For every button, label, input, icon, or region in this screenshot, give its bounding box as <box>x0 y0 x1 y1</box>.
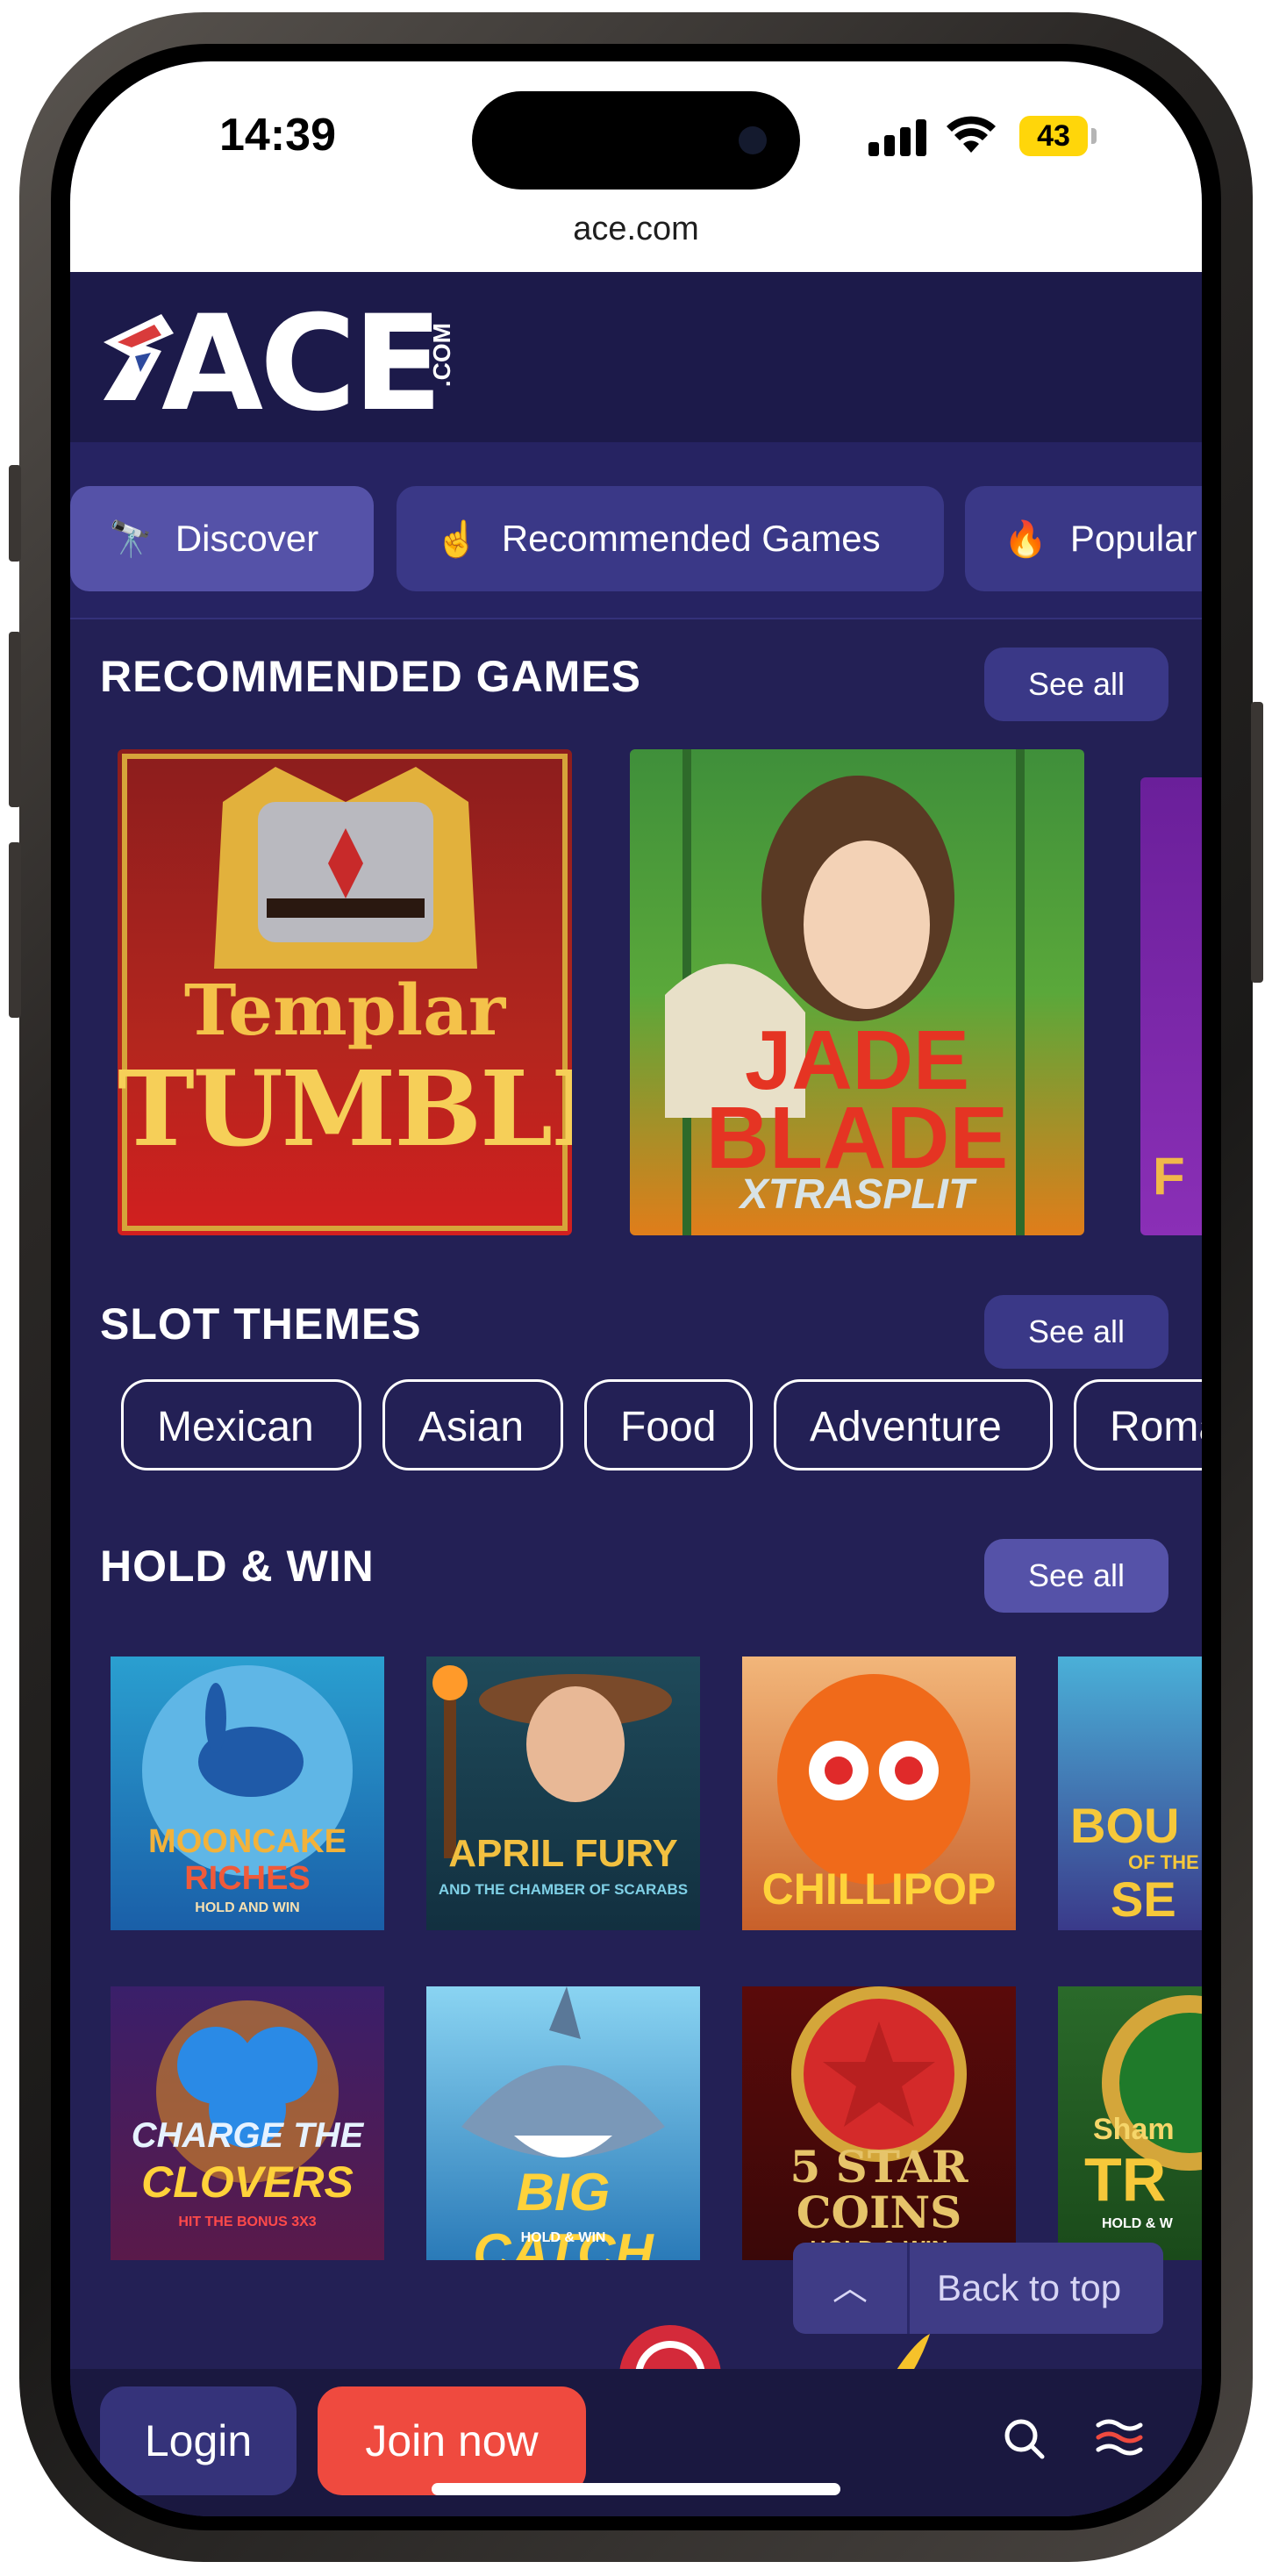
game-subtitle: HIT THE BONUS 3X3 <box>178 2215 317 2229</box>
game-title: APRIL FURY <box>448 1832 678 1875</box>
game-tile-partial[interactable]: F <box>1140 777 1202 1235</box>
game-subtitle: AND THE CHAMBER OF SCARABS <box>438 1881 689 1898</box>
game-tile-jade-blade[interactable]: JADE BLADE XTRASPLIT <box>630 749 1084 1235</box>
theme-chip-mexican[interactable]: Mexican <box>121 1379 361 1470</box>
game-title: 5 STAR <box>790 2141 968 2193</box>
game-title: F <box>1153 1147 1185 1206</box>
game-tile-big-catch[interactable]: BIG CATCH HOLD & WIN <box>426 1986 700 2260</box>
flame-icon: 🔥 <box>1004 519 1047 559</box>
back-to-top-label: Back to top <box>937 2267 1122 2308</box>
wifi-icon <box>947 116 996 153</box>
tab-label: Discover <box>175 518 319 559</box>
game-tile-5-star-coins[interactable]: 5 STAR COINS HOLD & WIN <box>742 1986 1016 2260</box>
battery-icon: 43 <box>1019 116 1088 156</box>
theme-chip-adventure[interactable]: Adventure <box>774 1379 1053 1470</box>
see-all-recommended-button[interactable]: See all <box>984 648 1168 721</box>
search-icon[interactable] <box>998 2413 1051 2465</box>
game-title: MOONCAKE <box>148 1823 347 1860</box>
power-button <box>1251 702 1263 983</box>
tab-popular[interactable]: 🔥 Popular <box>965 486 1202 591</box>
section-title-recommended: RECOMMENDED GAMES <box>100 652 642 701</box>
tab-discover[interactable]: 🔭 Discover <box>70 486 374 591</box>
volume-up-button <box>9 632 21 807</box>
join-now-button[interactable]: Join now <box>318 2386 586 2495</box>
divider <box>70 618 1202 619</box>
dynamic-island <box>472 91 800 190</box>
game-tile-bounty-of-the-seas[interactable]: BOU OF THE SE <box>1058 1657 1202 1930</box>
theme-chip-food[interactable]: Food <box>584 1379 753 1470</box>
game-tile-april-fury[interactable]: APRIL FURY AND THE CHAMBER OF SCARABS <box>426 1657 700 1930</box>
home-indicator <box>432 2483 840 2495</box>
game-title: CHARGE THE <box>131 2116 364 2155</box>
status-bar: 14:39 43 ace.com <box>70 61 1202 272</box>
volume-down-button <box>9 842 21 1018</box>
game-title: CHILLIPOP <box>761 1864 997 1914</box>
battery-cap <box>1091 128 1097 144</box>
game-subtitle: XTRASPLIT <box>740 1171 975 1218</box>
chevron-up-icon: ︿ <box>793 2243 910 2334</box>
tab-label: Recommended Games <box>501 518 881 559</box>
site-header: ACE .COM <box>70 272 1202 442</box>
game-title: RICHES <box>184 1860 311 1897</box>
ace-logo[interactable]: ACE .COM <box>100 288 455 440</box>
logo-suffix: .COM <box>428 323 455 388</box>
theme-chip-roma[interactable]: Roma <box>1074 1379 1202 1470</box>
tab-label: Popular <box>1069 518 1197 559</box>
screen: 14:39 43 ace.com ACE .COM 🔭 Discover ☝ R… <box>70 61 1202 2516</box>
see-all-hold-win-button[interactable]: See all <box>984 1539 1168 1613</box>
game-tile-mooncake-riches[interactable]: MOONCAKE RICHES HOLD AND WIN <box>111 1657 384 1930</box>
hand-pointer-icon: ☝ <box>435 519 479 559</box>
game-subtitle: HOLD & WIN <box>520 2230 606 2245</box>
game-tile-shamrock-treasures[interactable]: Sham TR HOLD & W <box>1058 1986 1202 2260</box>
see-all-themes-button[interactable]: See all <box>984 1295 1168 1369</box>
clock: 14:39 <box>219 110 336 161</box>
signal-icon <box>868 119 926 156</box>
category-tabs: 🔭 Discover ☝ Recommended Games 🔥 Popular <box>70 442 1202 618</box>
game-subtitle: HOLD & W <box>1102 2216 1173 2231</box>
game-title: TUMBLE <box>118 1048 572 1170</box>
logo-text: ACE <box>161 288 443 440</box>
tab-recommended-games[interactable]: ☝ Recommended Games <box>397 486 944 591</box>
back-to-top-button[interactable]: ︿ Back to top <box>793 2243 1163 2334</box>
address-bar[interactable]: ace.com <box>70 211 1202 248</box>
section-title-hold-win: HOLD & WIN <box>100 1542 375 1591</box>
telescope-icon: 🔭 <box>109 519 153 559</box>
game-tile-chillipop[interactable]: CHILLIPOP <box>742 1657 1016 1930</box>
game-title: CLOVERS <box>141 2157 354 2207</box>
side-button <box>9 465 21 562</box>
game-title: Sham <box>1093 2113 1175 2146</box>
section-title-themes: SLOT THEMES <box>100 1299 422 1349</box>
game-title: BOU <box>1070 1798 1180 1853</box>
menu-icon[interactable] <box>1093 2411 1146 2464</box>
login-button[interactable]: Login <box>100 2386 297 2495</box>
game-tile-charge-the-clovers[interactable]: CHARGE THE CLOVERS HIT THE BONUS 3X3 <box>111 1986 384 2260</box>
game-title: SE <box>1111 1871 1176 1927</box>
game-subtitle: HOLD AND WIN <box>195 1900 300 1915</box>
game-tile-templar-tumble[interactable]: Templar TUMBLE <box>118 749 572 1235</box>
game-title: COINS <box>796 2186 962 2238</box>
theme-chip-asian[interactable]: Asian <box>382 1379 563 1470</box>
game-title: Templar <box>183 969 506 1051</box>
game-title: TR <box>1084 2145 1167 2214</box>
